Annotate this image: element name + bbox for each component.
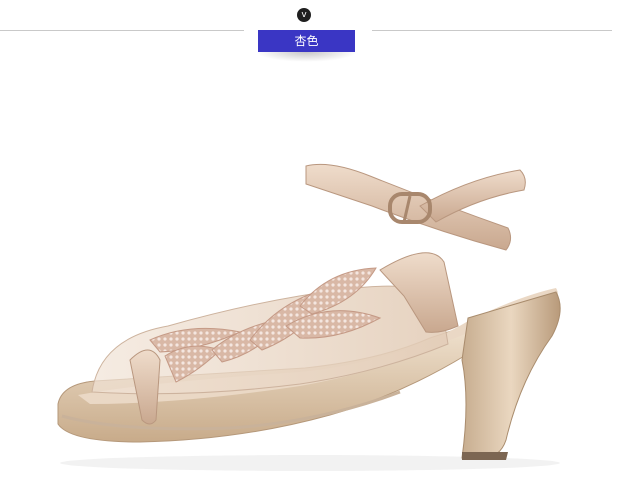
sandal-product-image bbox=[57, 163, 561, 471]
ankle-strap-tail bbox=[419, 169, 526, 223]
block-heel bbox=[461, 291, 561, 459]
heel-tip bbox=[462, 452, 508, 460]
